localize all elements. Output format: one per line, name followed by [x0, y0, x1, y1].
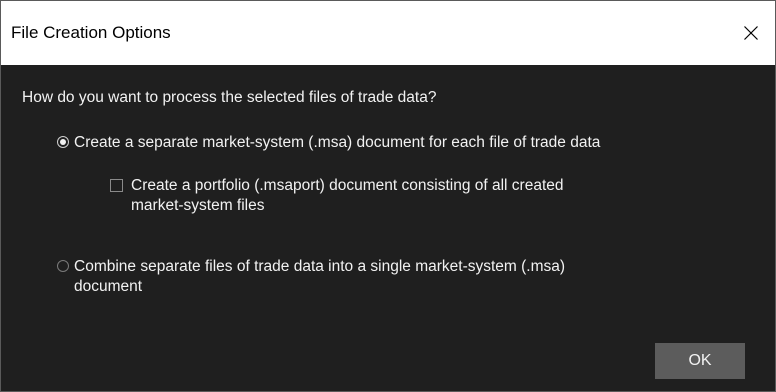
radio-option-combine-files-label: Combine separate files of trade data int… — [74, 257, 565, 297]
checkbox-option-portfolio[interactable]: Create a portfolio (.msaport) document c… — [110, 176, 564, 216]
close-icon — [743, 25, 759, 41]
dialog-title: File Creation Options — [11, 23, 171, 42]
close-button[interactable] — [727, 1, 775, 65]
radio-label-line-1: Combine separate files of trade data int… — [74, 258, 566, 275]
checkbox-label-line-2: market-system files — [131, 197, 265, 214]
file-creation-options-dialog: File Creation Options How do you want to… — [0, 0, 776, 392]
title-bar: File Creation Options — [1, 1, 775, 65]
radio-button-unchecked[interactable] — [57, 260, 69, 272]
radio-option-separate-documents[interactable]: Create a separate market-system (.msa) d… — [57, 133, 600, 153]
checkbox-unchecked[interactable] — [110, 179, 123, 192]
checkbox-option-portfolio-label: Create a portfolio (.msaport) document c… — [131, 176, 564, 216]
radio-option-separate-documents-label: Create a separate market-system (.msa) d… — [74, 134, 601, 151]
radio-button-checked[interactable] — [57, 136, 69, 148]
checkbox-label-line-1: Create a portfolio (.msaport) document c… — [131, 177, 564, 194]
ok-button[interactable]: OK — [655, 343, 745, 379]
radio-label-line-2: document — [74, 278, 143, 295]
question-text: How do you want to process the selected … — [22, 89, 437, 106]
dialog-body: How do you want to process the selected … — [1, 65, 775, 391]
radio-option-combine-files[interactable]: Combine separate files of trade data int… — [57, 257, 565, 297]
